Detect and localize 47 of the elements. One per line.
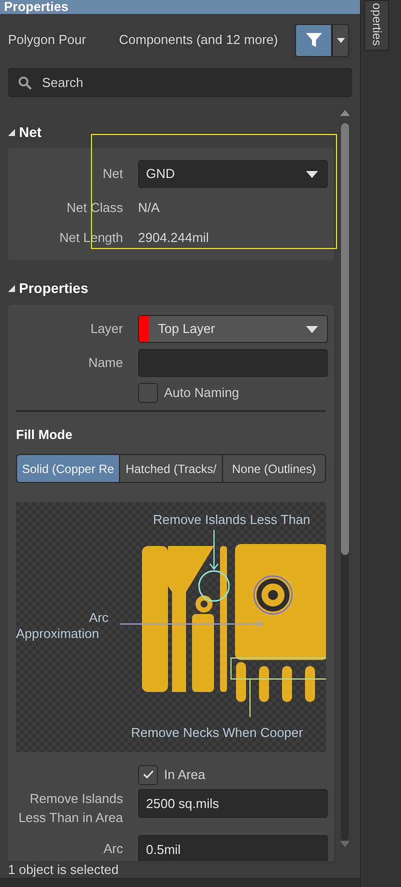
status-text: 1 object is selected [8,860,119,879]
search-field[interactable]: Search [8,68,352,97]
object-type: Polygon Pour [8,31,88,50]
islands-area-field[interactable]: 2500 sq.mils [138,789,328,818]
field-label: Name [87,354,123,372]
caret-icon [336,38,344,42]
scroll-up-icon [340,110,350,116]
collapse-icon [8,284,15,292]
name-field[interactable] [138,349,328,377]
checkbox-label: In Area [164,766,206,784]
fill-mode-option[interactable]: Hatched (Tracks/ [120,455,224,482]
leader-line [210,530,218,570]
scrollbar-thumb[interactable] [341,123,350,555]
leader-line [249,679,251,717]
field-label: Net Class [66,199,123,218]
filter-icon [306,32,322,48]
fill-mode-option[interactable]: None (Outlines) [223,455,326,482]
field-label: Arc [102,840,123,858]
diagram-label: Remove Necks When Cooper [131,724,303,742]
collapse-icon [8,128,15,136]
arc-field[interactable]: 0.5mil [138,835,328,861]
caret-icon [306,326,318,332]
filter-button[interactable] [295,24,332,56]
field-value: 2904.244mil [138,229,209,248]
diagram-label: Remove Islands Less Than [153,511,310,529]
field-label: Layer [89,320,123,338]
field-value: N/A [138,199,160,218]
field-label: Remove Islands Less Than in Area [17,790,123,827]
filter-dropdown-button[interactable] [332,24,349,56]
net-dropdown[interactable]: GND [138,160,328,188]
layer-dropdown[interactable]: Top Layer [138,315,328,343]
checkbox[interactable] [138,764,158,784]
filter-label: Components (and 12 more) [119,31,278,50]
check-icon [142,770,154,779]
diagram-label: Approximation [16,625,100,643]
diagram-label: Arc [89,609,108,627]
panel-title: Properties [4,0,68,14]
fill-mode-heading: Fill Mode [16,426,74,443]
field-label: Net [102,165,123,184]
section-header[interactable]: Properties [8,280,334,296]
side-tab[interactable]: operties [364,0,389,51]
section-header[interactable]: Net [8,124,334,140]
caret-icon [306,170,318,178]
search-icon [18,76,32,90]
fill-mode-option[interactable]: Solid (Copper Re [17,455,120,482]
checkbox-label: Auto Naming [164,384,240,402]
checkbox[interactable] [138,382,158,402]
